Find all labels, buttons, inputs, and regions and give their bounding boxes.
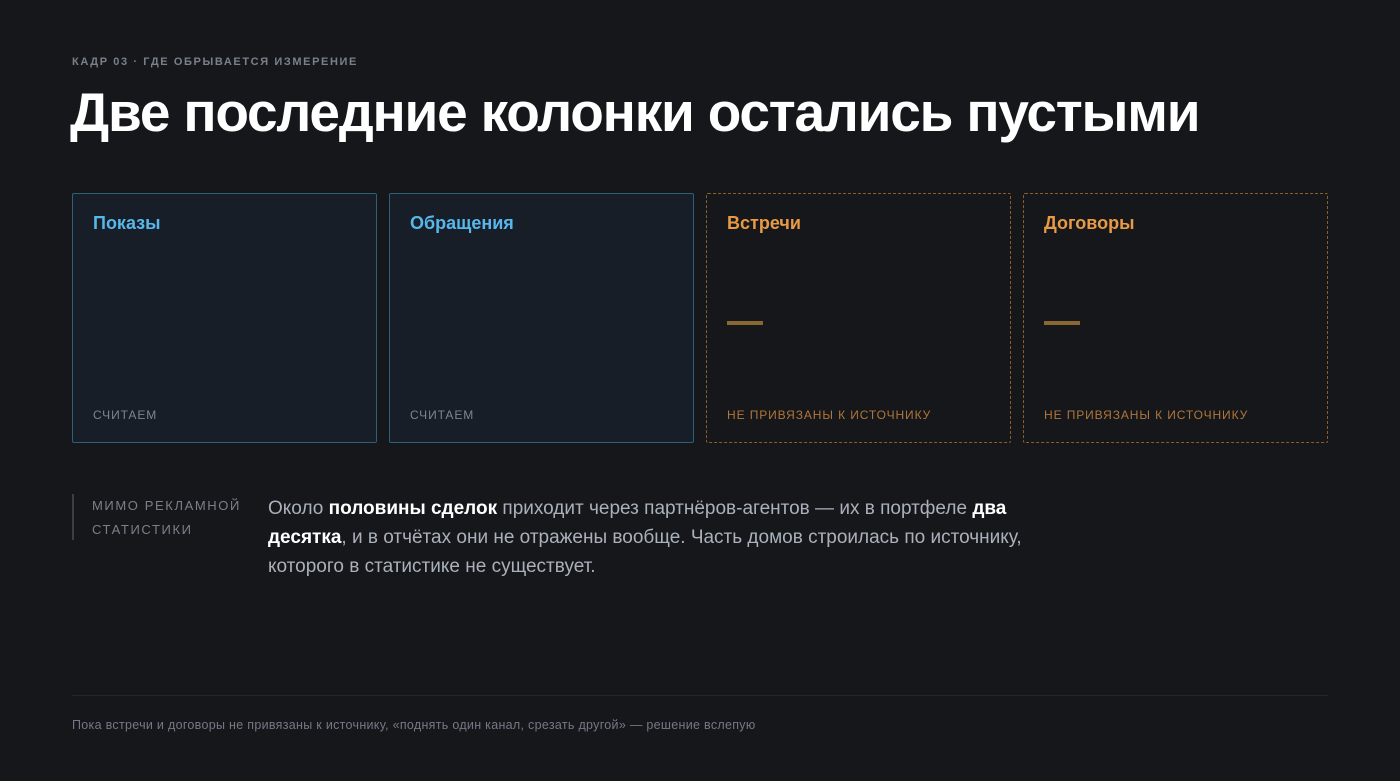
card-title: Договоры: [1044, 213, 1135, 233]
note-text: Около половины сделок приходит через пар…: [268, 494, 1028, 581]
empty-value-dash: [1044, 321, 1080, 325]
note-block: МИМО РЕКЛАМНОЙ СТАТИСТИКИ Около половины…: [72, 494, 1028, 600]
card-inquiries: Обращения СЧИТАЕМ: [389, 193, 694, 443]
slide-eyebrow: КАДР 03 · ГДЕ ОБРЫВАЕТСЯ ИЗМЕРЕНИЕ: [72, 56, 358, 68]
footer-caption: Пока встречи и договоры не привязаны к и…: [72, 718, 756, 732]
card-status: НЕ ПРИВЯЗАНЫ К ИСТОЧНИКУ: [727, 408, 932, 422]
note-label-line: СТАТИСТИКИ: [92, 522, 193, 537]
card-contracts: Договоры НЕ ПРИВЯЗАНЫ К ИСТОЧНИКУ: [1023, 193, 1328, 443]
note-text-highlight: половины сделок: [328, 498, 498, 519]
card-impressions: Показы СЧИТАЕМ: [72, 193, 377, 443]
note-text-part: приходит через партнёров-агентов — их в …: [497, 498, 973, 519]
card-title: Встречи: [727, 213, 801, 233]
empty-value-dash: [727, 321, 763, 325]
note-label: МИМО РЕКЛАМНОЙ СТАТИСТИКИ: [72, 494, 268, 540]
page-title: Две последние колонки остались пустыми: [70, 81, 1201, 143]
card-meetings: Встречи НЕ ПРИВЯЗАНЫ К ИСТОЧНИКУ: [706, 193, 1011, 443]
card-status: СЧИТАЕМ: [93, 408, 158, 422]
funnel-cards: Показы СЧИТАЕМ Обращения СЧИТАЕМ Встречи…: [72, 193, 1328, 443]
note-text-part: Около: [268, 498, 329, 519]
card-title: Обращения: [410, 213, 514, 233]
note-label-line: МИМО РЕКЛАМНОЙ: [92, 498, 241, 513]
footer-divider: [72, 695, 1328, 696]
card-status: СЧИТАЕМ: [410, 408, 475, 422]
note-text-part: , и в отчётах они не отражены вообще. Ча…: [268, 527, 1022, 577]
card-title: Показы: [93, 213, 161, 233]
card-status: НЕ ПРИВЯЗАНЫ К ИСТОЧНИКУ: [1044, 408, 1249, 422]
